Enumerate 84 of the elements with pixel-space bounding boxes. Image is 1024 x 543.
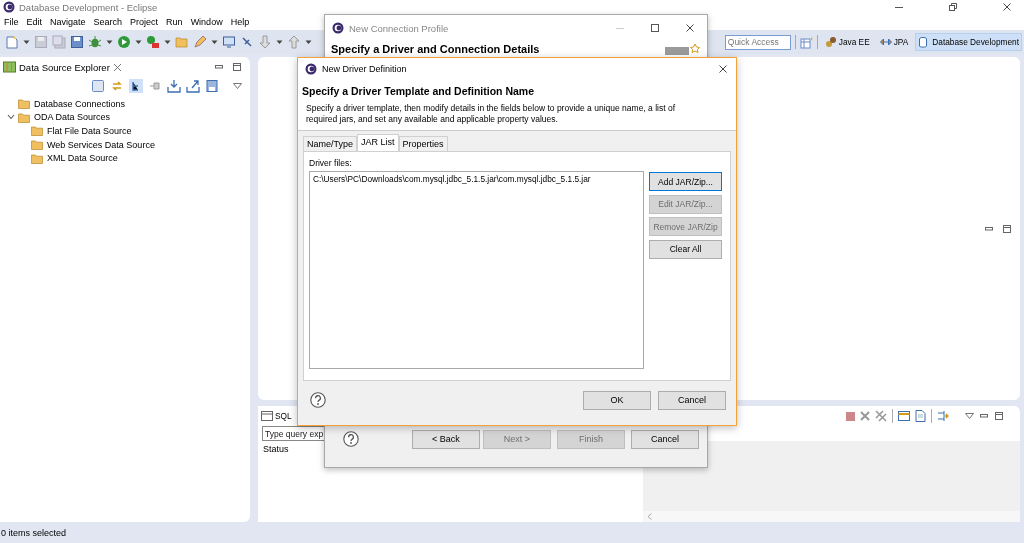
- menu-item[interactable]: Window: [186, 17, 227, 27]
- perspective-button[interactable]: Database Development: [915, 33, 1022, 51]
- tree-item[interactable]: ODA Data Sources: [34, 112, 111, 123]
- window-title: Database Development - Eclipse: [19, 1, 158, 13]
- maximize-icon[interactable]: [994, 411, 1004, 421]
- run-icon[interactable]: [117, 35, 131, 49]
- menu-item[interactable]: Edit: [22, 17, 47, 27]
- jar-button[interactable]: Add JAR/Zip...: [649, 172, 722, 192]
- jar-button[interactable]: Clear All: [649, 239, 722, 259]
- chevron-down-icon[interactable]: [6, 114, 15, 121]
- arrows-icon[interactable]: [879, 36, 892, 48]
- stop-icon[interactable]: [846, 411, 855, 421]
- maximize-icon[interactable]: [650, 23, 660, 33]
- tab[interactable]: JAR List: [357, 134, 399, 152]
- panel-icon[interactable]: [898, 410, 910, 422]
- file-list[interactable]: C:\Users\PC\Downloads\com.mysql.jdbc_5.1.5.jar\com.mysql.jdbc_5.1.5.jar: [309, 171, 644, 370]
- import-icon[interactable]: [167, 79, 181, 93]
- menu-item[interactable]: Project: [126, 17, 163, 27]
- collapse-icon[interactable]: [91, 79, 105, 93]
- export-icon[interactable]: [186, 79, 200, 93]
- tree-item[interactable]: Flat File Data Source: [47, 126, 132, 136]
- dialog-button[interactable]: OK: [583, 390, 651, 410]
- menu-item[interactable]: Search: [89, 17, 127, 27]
- help-icon[interactable]: [310, 392, 326, 409]
- tab[interactable]: Name/Type: [303, 136, 358, 152]
- menu-item[interactable]: File: [0, 17, 23, 27]
- dialog-title: New Connection Profile: [349, 22, 449, 34]
- caret-icon[interactable]: [276, 39, 283, 45]
- app-logo-icon: [332, 22, 344, 34]
- folder-icon: [31, 125, 44, 137]
- minimize-icon[interactable]: [979, 412, 989, 420]
- remove-icon[interactable]: [860, 411, 870, 421]
- field-label: Driver files:: [309, 158, 353, 169]
- menu-item[interactable]: Help: [226, 17, 254, 27]
- help-icon[interactable]: [343, 431, 359, 447]
- caret-icon[interactable]: [305, 39, 312, 45]
- document-icon[interactable]: [915, 410, 926, 422]
- database-explorer-icon: [3, 61, 16, 73]
- dialog-description: Specify a driver template, then modify details in the fields below to provide a unique name, a list of required jars, and set any available and applicable property values.: [306, 102, 676, 125]
- folder-icon: [31, 152, 44, 164]
- tree-item[interactable]: XML Data Source: [47, 153, 118, 164]
- maximize-icon[interactable]: [232, 62, 242, 72]
- menu-item[interactable]: Navigate: [46, 17, 90, 27]
- view-menu-icon[interactable]: [233, 83, 242, 89]
- folder-icon: [18, 111, 31, 123]
- tree-item[interactable]: Web Services Data Source: [47, 139, 155, 150]
- app-logo-icon: [305, 62, 317, 75]
- quick-access-field[interactable]: Quick Access: [724, 34, 791, 50]
- perspective-button[interactable]: JPA: [876, 33, 912, 51]
- perspective-button[interactable]: Java EE: [821, 33, 873, 51]
- wizard-button[interactable]: < Back: [412, 429, 480, 449]
- close-tab-icon[interactable]: [112, 62, 122, 72]
- caret-icon[interactable]: [164, 39, 171, 45]
- save-icon[interactable]: [70, 35, 84, 49]
- caret-icon[interactable]: [135, 39, 142, 45]
- dialog-heading: Specify a Driver and Connection Details: [331, 43, 540, 55]
- caret-icon[interactable]: [23, 39, 30, 45]
- wizard-button[interactable]: Cancel: [631, 429, 699, 449]
- file-path[interactable]: C:\Users\PC\Downloads\com.mysql.jdbc_5.1.5.jar\com.mysql.jdbc_5.1.5.jar: [313, 174, 640, 185]
- status-text: 0 items selected: [1, 527, 67, 538]
- layout-icon[interactable]: [937, 410, 949, 422]
- restore-icon[interactable]: [948, 2, 958, 12]
- maximize-icon[interactable]: [1002, 223, 1012, 234]
- save-icon[interactable]: [205, 79, 219, 93]
- menu-item[interactable]: Run: [162, 17, 187, 27]
- close-icon[interactable]: [1002, 2, 1012, 12]
- view-menu-icon[interactable]: [965, 413, 974, 419]
- dialog-title: New Driver Definition: [322, 63, 407, 74]
- close-icon[interactable]: [685, 23, 695, 33]
- minimize-icon[interactable]: [214, 63, 224, 71]
- folder-icon: [18, 98, 31, 110]
- caret-icon[interactable]: [211, 39, 218, 45]
- caret-icon[interactable]: [106, 39, 113, 45]
- dialog-button[interactable]: Cancel: [658, 390, 726, 410]
- folder-icon: [31, 139, 44, 151]
- remove-all-icon[interactable]: [875, 410, 887, 422]
- close-icon[interactable]: [718, 63, 728, 74]
- scroll-bar[interactable]: [643, 511, 1020, 522]
- run-tool-icon[interactable]: [146, 35, 160, 49]
- dialog-heading: Specify a Driver Template and Definition Name: [302, 84, 536, 97]
- table-icon: [261, 411, 273, 421]
- monitor-icon[interactable]: [222, 35, 236, 49]
- tree-item[interactable]: Database Connections: [34, 98, 126, 109]
- tab[interactable]: Properties: [398, 136, 448, 152]
